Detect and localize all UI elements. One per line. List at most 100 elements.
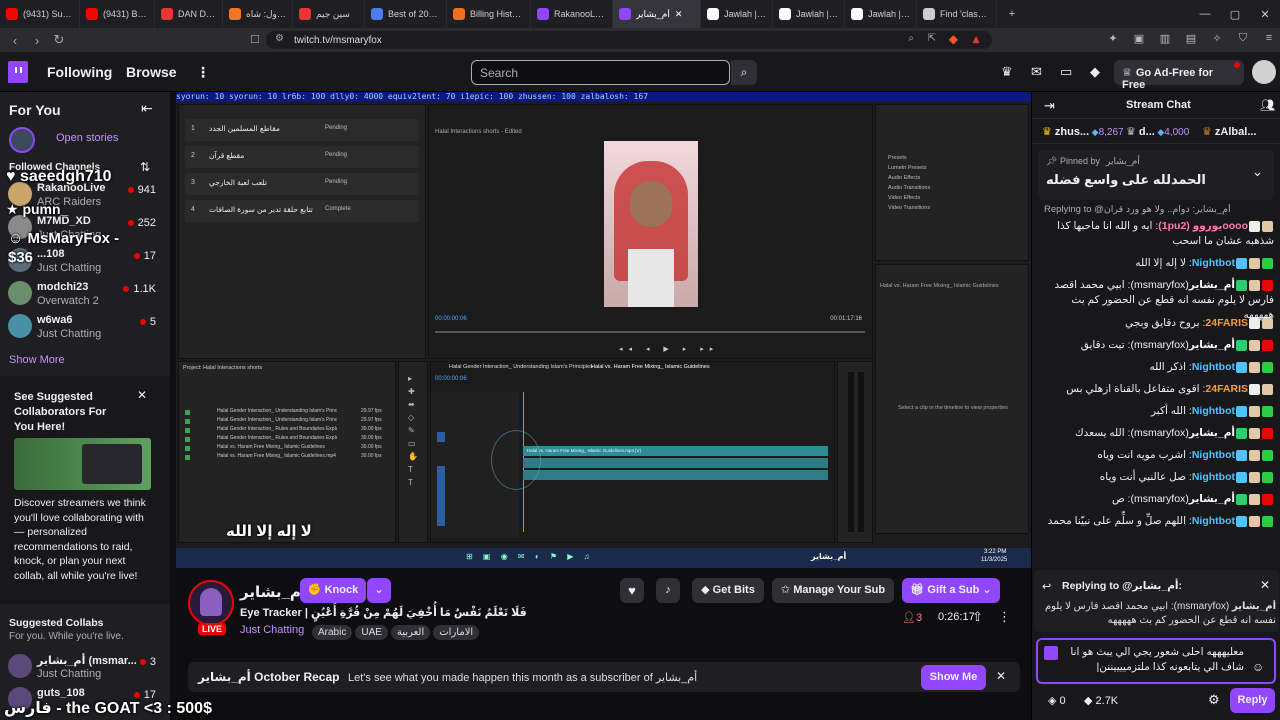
back-icon[interactable]: ‹ <box>4 33 26 48</box>
prime-loot-icon[interactable]: ♛ <box>1001 64 1013 80</box>
followed-channel[interactable]: w6wa6 Just Chatting 5 <box>8 312 168 346</box>
streamer-avatar[interactable] <box>188 580 234 626</box>
close-window-button[interactable]: ✕ <box>1250 8 1280 21</box>
search-input[interactable]: Search <box>471 60 730 85</box>
program-scrubber[interactable] <box>435 331 865 333</box>
chat-username[interactable]: 24FARIS <box>1205 383 1248 395</box>
bits-balance[interactable]: ◆ 2.7K <box>1084 694 1118 707</box>
browser-tab[interactable]: (9431) Subscriptions <box>0 0 80 28</box>
chat-username[interactable]: أم_بشاير <box>1189 339 1235 351</box>
knock-menu-chevron-icon[interactable]: ⌄ <box>367 578 391 603</box>
browser-tab[interactable]: (9431) BEST OF <box>80 0 155 28</box>
project-file[interactable]: Halal Gender Interaction_ Rules and Boun… <box>185 426 391 435</box>
chat-username[interactable]: Nightbot <box>1192 361 1235 373</box>
project-file[interactable]: Halal Gender Interaction_ Understanding … <box>185 417 391 426</box>
gift-sub-button[interactable]: 🎁︎ Gift a Sub ⌄ <box>902 578 1000 603</box>
twitch-logo-icon[interactable] <box>8 61 28 83</box>
manage-sub-button[interactable]: ✩ Manage Your Sub <box>772 578 894 603</box>
emote-picker-icon[interactable]: ☺ <box>1252 660 1264 674</box>
channel-name[interactable]: أم_بشاير <box>240 583 306 601</box>
close-reply-icon[interactable]: ✕ <box>1260 578 1270 592</box>
nav-following[interactable]: Following <box>47 64 112 80</box>
new-tab-button[interactable]: + <box>997 8 1027 20</box>
chat-username[interactable]: Nightbot <box>1192 257 1235 269</box>
search-icon[interactable]: ⌕ <box>731 60 757 85</box>
user-avatar[interactable] <box>1252 60 1276 84</box>
wallet-icon[interactable]: ▤ <box>1178 32 1204 45</box>
browser-tab[interactable]: كرانشي رول: شاه <box>223 0 293 28</box>
sequence-tab-2[interactable]: Halal vs. Haram Free Mixing_ Islamic Gui… <box>591 364 751 370</box>
effects-folder[interactable]: Video Effects <box>888 195 920 201</box>
bell-icon[interactable]: ♪ <box>656 578 680 603</box>
leaderboard-entry[interactable]: ♛ zhus... ◆8,267 <box>1042 125 1124 138</box>
sort-icon[interactable]: ⇅ <box>140 160 150 174</box>
chat-input-text[interactable]: معليهههه احلى شعور يجي الي يبث هو انا شا… <box>1064 645 1244 675</box>
brave-shield-icon[interactable]: ◆ <box>949 32 958 46</box>
close-tab-icon[interactable]: ✕ <box>675 9 683 20</box>
audio-clip-1[interactable] <box>523 458 828 468</box>
chat-username[interactable]: Nightbot <box>1192 515 1235 527</box>
chat-username[interactable]: Nightbot <box>1192 449 1235 461</box>
video-player[interactable]: syorun: 10 syorun: 10 lr6b: 100 dlly0: 4… <box>176 92 1031 568</box>
collapse-chat-icon[interactable]: ⇥ <box>1044 98 1055 114</box>
more-options-icon[interactable]: ⋮ <box>998 609 1011 625</box>
close-icon[interactable]: ✕ <box>137 388 147 402</box>
collapse-sidebar-icon[interactable]: ⇤ <box>141 100 153 117</box>
share-icon[interactable]: ⇱ <box>928 33 936 44</box>
bits-icon[interactable]: ◆ <box>1090 64 1100 80</box>
whispers-icon[interactable]: ▭ <box>1060 64 1072 80</box>
browser-tab[interactable]: أم_بشاير ✕ <box>613 0 701 28</box>
menu-icon[interactable]: ≡ <box>1256 32 1280 45</box>
inbox-icon[interactable]: ✉ <box>1031 64 1042 80</box>
chat-username[interactable]: ooooيوروو (1pu2) <box>1158 220 1248 232</box>
chat-username[interactable]: أم_بشاير <box>1189 279 1235 291</box>
chat-username[interactable]: 24FARIS <box>1205 317 1248 329</box>
get-bits-button[interactable]: ◆ Get Bits <box>692 578 764 603</box>
address-bar[interactable]: ⚙ twitch.tv/msmaryfox ⌕ ⇱ ◆ ▲ <box>266 31 992 49</box>
heart-icon[interactable]: ♥ <box>620 578 644 603</box>
browser-tab[interactable]: Jawlah | جولة - <box>701 0 773 28</box>
minimize-button[interactable]: — <box>1190 8 1220 21</box>
knock-button[interactable]: ✊ Knock <box>300 578 366 603</box>
effects-folder[interactable]: Video Transitions <box>888 205 930 211</box>
leaderboard-entry[interactable]: ♛ zAlbal... <box>1202 125 1256 138</box>
brave-rewards-icon[interactable]: ▲ <box>970 32 982 46</box>
browser-tab[interactable]: Best of 2025: To <box>365 0 447 28</box>
reload-icon[interactable]: ↻ <box>48 32 70 48</box>
project-file[interactable]: Halal vs. Haram Free Mixing_ Islamic Gui… <box>185 444 391 453</box>
browser-tab[interactable]: Find 'class wars <box>917 0 997 28</box>
reply-button[interactable]: Reply <box>1230 688 1275 713</box>
stream-tag[interactable]: Arabic <box>312 625 353 640</box>
chat-username[interactable]: Nightbot <box>1192 471 1235 483</box>
chat-input[interactable]: معليهههه احلى شعور يجي الي يبث هو انا شا… <box>1036 638 1276 684</box>
project-file[interactable]: Halal vs. Haram Free Mixing_ Islamic Gui… <box>185 453 391 462</box>
video-clip[interactable]: Halal vs. Haram Free Mixing_ Islamic Gui… <box>523 446 828 456</box>
transport-controls[interactable]: ◂◂ ◂ ▶ ▸ ▸▸ <box>619 345 719 353</box>
browser-tab[interactable]: Jawlah | جولة - <box>845 0 917 28</box>
zoom-icon[interactable]: ⌕ <box>908 33 914 44</box>
show-more-link[interactable]: Show More <box>9 354 65 366</box>
more-options-icon[interactable]: ⋮ <box>196 64 210 81</box>
project-file[interactable]: Halal Gender Interaction_ Rules and Boun… <box>185 435 391 444</box>
chat-username[interactable]: أم_بشاير <box>1189 493 1235 505</box>
browser-tab[interactable]: DAN DA DAN S <box>155 0 223 28</box>
effects-folder[interactable]: Lumetri Presets <box>888 165 927 171</box>
category-link[interactable]: Just Chatting <box>240 624 304 636</box>
show-me-button[interactable]: Show Me <box>921 665 986 690</box>
forward-icon[interactable]: › <box>26 33 48 48</box>
extensions-icon[interactable]: ✦ <box>1100 32 1126 45</box>
browser-tab[interactable]: Jawlah | جولة - <box>773 0 845 28</box>
followed-channel[interactable]: modchi23 Overwatch 2 1.1K <box>8 279 168 313</box>
channel-points[interactable]: ◈ 0 <box>1048 694 1066 707</box>
maximize-button[interactable]: ▢ <box>1220 8 1250 21</box>
close-icon[interactable]: ✕ <box>996 669 1006 683</box>
browser-tab[interactable]: RakanooLive <box>531 0 613 28</box>
tool-icons[interactable]: ▸ ✚ ⬌ ◇ ✎ ▭ ✋ T T <box>408 372 418 489</box>
expand-pin-chevron-icon[interactable]: ⌄ <box>1252 164 1263 180</box>
leo-ai-icon[interactable]: ✧ <box>1204 32 1230 45</box>
leaderboard-entry[interactable]: ♛ d... ◆4,000 <box>1126 125 1189 138</box>
bookmark-icon[interactable]: ☐ <box>250 33 260 46</box>
audio-clip-2[interactable] <box>523 470 828 480</box>
browser-tab[interactable]: Billing History <box>447 0 531 28</box>
effects-folder[interactable]: Audio Transitions <box>888 185 930 191</box>
